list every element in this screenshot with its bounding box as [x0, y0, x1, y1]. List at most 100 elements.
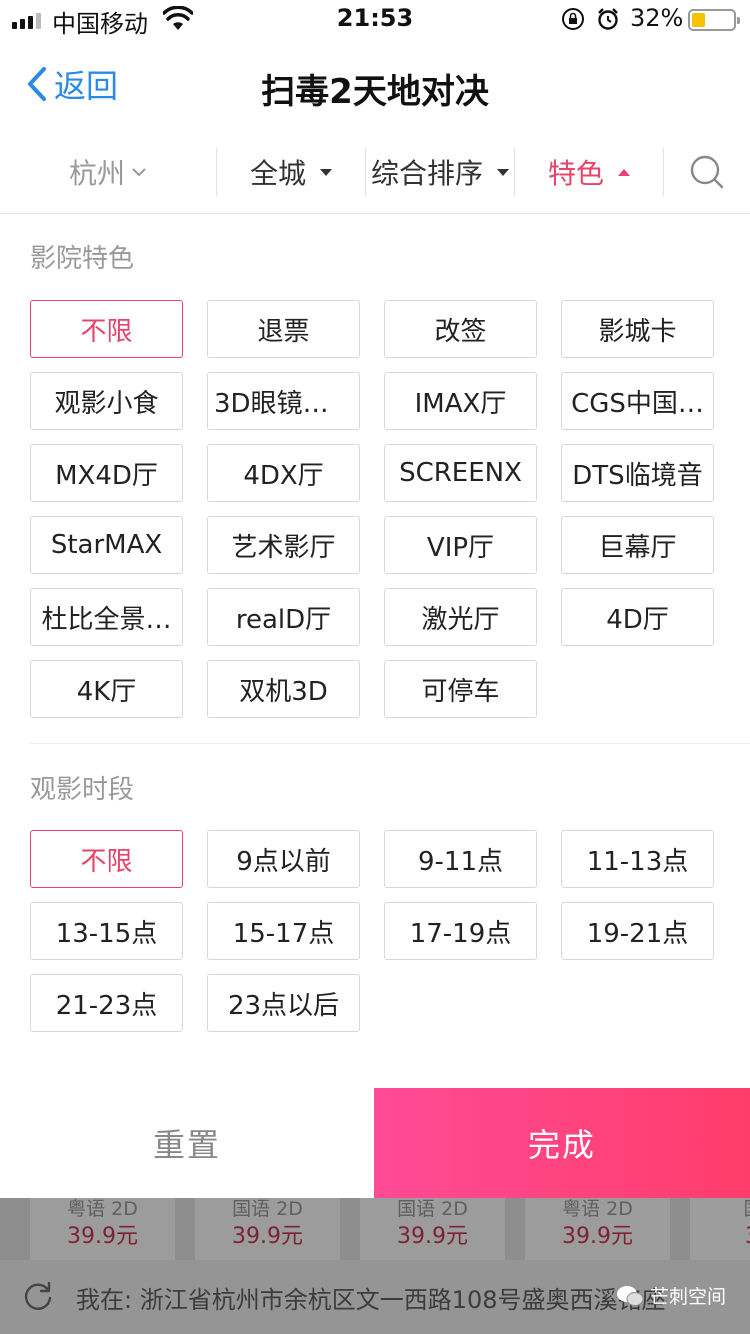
feature-chip[interactable]: SCREENX [384, 444, 537, 502]
feature-chip-label: 不限 [80, 316, 133, 347]
feature-chip-label: 退票 [257, 316, 310, 347]
time-chip[interactable]: 17-19点 [384, 902, 537, 960]
feature-chip[interactable]: 杜比全景… [30, 588, 183, 646]
feature-chip-label: 4DX厅 [243, 460, 324, 491]
feature-chip[interactable]: 观影小食 [30, 372, 183, 430]
filter-bar: 杭州 全城 综合排序 特色 [0, 130, 750, 214]
showtime-price: 39.9元 [397, 1224, 468, 1249]
feature-chip-label: IMAX厅 [414, 388, 507, 419]
feature-chip[interactable]: 不限 [30, 300, 183, 358]
feature-chip-label: realD厅 [235, 604, 332, 635]
feature-chip[interactable]: 双机3D [207, 660, 360, 718]
time-chip-label: 9点以前 [236, 846, 331, 877]
rotation-lock-icon [562, 8, 584, 30]
time-chip[interactable]: 不限 [30, 830, 183, 888]
reset-button[interactable]: 重置 [0, 1088, 374, 1198]
feature-chip[interactable]: MX4D厅 [30, 444, 183, 502]
showtime-card: 国语 2D 39.9元 [195, 1198, 340, 1260]
time-chip[interactable]: 13-15点 [30, 902, 183, 960]
sort-filter[interactable]: 综合排序 [366, 130, 514, 214]
feature-chip-label: 双机3D [239, 676, 328, 707]
feature-label: 特色 [547, 157, 604, 190]
feature-chip[interactable]: 退票 [207, 300, 360, 358]
wechat-icon [616, 1285, 644, 1306]
showtime-cards: 粤语 2D 39.9元 国语 2D 39.9元 国语 2D 39.9元 粤语 2D 39.9元… [30, 1198, 750, 1260]
feature-chip-label: StarMAX [50, 530, 163, 560]
search-button[interactable] [664, 130, 750, 214]
time-chip[interactable]: 23点以后 [207, 974, 360, 1032]
nav-bar: 返回 扫毒2天地对决 [0, 40, 750, 130]
time-chip-label: 19-21点 [586, 918, 689, 949]
feature-chip-label: 巨幕厅 [598, 532, 677, 563]
feature-chip-label: 艺术影厅 [231, 532, 336, 563]
feature-chip-label: SCREENX [399, 458, 522, 488]
feature-chip[interactable]: 4D厅 [561, 588, 714, 646]
feature-chip-label: 影城卡 [598, 316, 677, 347]
feature-chip[interactable]: CGS中国… [561, 372, 714, 430]
feature-chip[interactable]: IMAX厅 [384, 372, 537, 430]
feature-chip[interactable]: 3D眼镜收费 [207, 372, 360, 430]
divider [30, 743, 750, 744]
feature-chip[interactable]: 巨幕厅 [561, 516, 714, 574]
feature-chip-label: 改签 [434, 316, 487, 347]
time-chip-label: 不限 [80, 846, 133, 877]
feature-chip[interactable]: 艺术影厅 [207, 516, 360, 574]
showtime-price: 39. [690, 1220, 750, 1254]
feature-chip[interactable]: VIP厅 [384, 516, 537, 574]
time-chip-label: 11-13点 [586, 846, 689, 877]
area-label: 全城 [249, 157, 306, 190]
feature-filter[interactable]: 特色 [515, 130, 663, 214]
feature-chip[interactable]: 可停车 [384, 660, 537, 718]
time-chip[interactable]: 15-17点 [207, 902, 360, 960]
time-chip-label: 23点以后 [227, 990, 340, 1021]
showtime-language: 粤语 2D [67, 1198, 138, 1220]
showtime-card: 粤语 2D 39.9元 [525, 1198, 670, 1260]
search-icon [690, 155, 724, 189]
chevron-down-icon [132, 168, 146, 177]
feature-chip[interactable]: 4DX厅 [207, 444, 360, 502]
feature-chip-label: 4K厅 [76, 676, 137, 707]
feature-chip-label: MX4D厅 [55, 460, 158, 491]
watermark: 芒刺空间 [616, 1282, 726, 1309]
showtime-language: 国语 [690, 1198, 750, 1220]
time-chip[interactable]: 9点以前 [207, 830, 360, 888]
feature-chip[interactable]: 激光厅 [384, 588, 537, 646]
time-options: 不限 9点以前 9-11点 11-13点 13-15点 15-17点 17-19点 19-21… [30, 830, 720, 1032]
feature-chip[interactable]: 影城卡 [561, 300, 714, 358]
background-overlay: 粤语 2D 39.9元 国语 2D 39.9元 国语 2D 39.9元 粤语 2D 39.9元… [0, 1198, 750, 1334]
feature-chip-label: 可停车 [421, 676, 500, 707]
time-chip[interactable]: 11-13点 [561, 830, 714, 888]
time-chip-label: 17-19点 [409, 918, 512, 949]
feature-chip[interactable]: 改签 [384, 300, 537, 358]
time-chip[interactable]: 19-21点 [561, 902, 714, 960]
showtime-language: 粤语 2D [562, 1198, 633, 1220]
feature-chip-label: 观影小食 [54, 388, 159, 419]
feature-chip-label: 杜比全景… [41, 604, 172, 635]
feature-chip-label: 4D厅 [606, 604, 669, 635]
feature-chip[interactable]: StarMAX [30, 516, 183, 574]
showtime-card: 粤语 2D 39.9元 [30, 1198, 175, 1260]
dropdown-arrow-icon [320, 168, 332, 176]
page-title: 扫毒2天地对决 [261, 72, 489, 112]
section-title-features: 影院特色 [30, 244, 135, 274]
feature-chip-label: 3D眼镜收费 [214, 388, 353, 419]
feature-chip[interactable]: 4K厅 [30, 660, 183, 718]
time-chip[interactable]: 9-11点 [384, 830, 537, 888]
feature-chip[interactable]: realD厅 [207, 588, 360, 646]
time-chip[interactable]: 21-23点 [30, 974, 183, 1032]
feature-chip-label: DTS临境音 [572, 460, 703, 491]
feature-chip-label: 激光厅 [421, 604, 500, 635]
section-title-times: 观影时段 [30, 775, 135, 805]
city-selector[interactable]: 杭州 [0, 130, 216, 214]
alarm-icon [598, 8, 618, 30]
battery-level [692, 13, 705, 27]
showtime-price: 39.9元 [562, 1224, 633, 1249]
area-filter[interactable]: 全城 [217, 130, 365, 214]
showtime-card: 国语 2D 39.9元 [360, 1198, 505, 1260]
watermark-text: 芒刺空间 [649, 1286, 726, 1308]
feature-chip[interactable]: DTS临境音 [561, 444, 714, 502]
feature-options: 不限 退票 改签 影城卡观影小食 3D眼镜收费 IMAX厅 CGS中国… MX4D厅 4DX厅 S… [30, 300, 720, 718]
feature-chip-label: CGS中国… [571, 388, 704, 419]
city-label: 杭州 [68, 157, 125, 190]
done-button[interactable]: 完成 [374, 1088, 750, 1198]
